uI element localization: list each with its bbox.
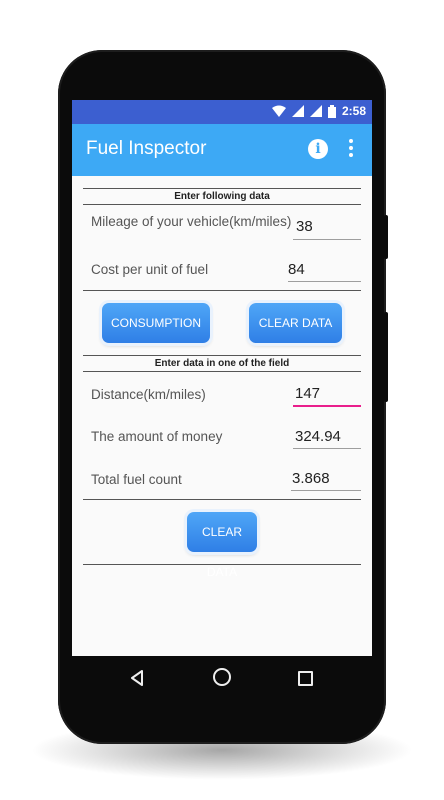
divider — [83, 204, 361, 205]
divider — [83, 564, 361, 565]
app-bar: Fuel Inspector i — [72, 124, 372, 176]
back-icon[interactable] — [130, 670, 144, 686]
fuel-input[interactable]: 3.868 — [292, 470, 330, 487]
info-icon[interactable]: i — [308, 139, 328, 159]
distance-underline — [293, 405, 361, 407]
app-title: Fuel Inspector — [86, 138, 207, 159]
fuel-underline — [291, 490, 361, 491]
distance-label: Distance(km/miles) — [91, 387, 206, 402]
cost-underline — [288, 281, 361, 282]
power-button — [384, 312, 388, 402]
status-bar: 2:58 — [72, 100, 372, 124]
money-label: The amount of money — [91, 429, 223, 444]
consumption-button[interactable]: CONSUMPTION — [102, 303, 210, 343]
more-vert-icon[interactable] — [348, 139, 354, 159]
section-title-following: Enter following data — [174, 191, 270, 202]
signal-icon-2 — [309, 105, 322, 117]
divider — [83, 188, 361, 189]
cost-label: Cost per unit of fuel — [91, 262, 209, 277]
fuel-label: Total fuel count — [91, 472, 182, 487]
divider — [83, 371, 361, 372]
section-title-one-field: Enter data in one of the field — [154, 358, 290, 369]
divider — [83, 290, 361, 291]
clear-data-button-bottom[interactable]: CLEAR DATA — [187, 512, 257, 579]
app-screen: 2:58 Fuel Inspector i Enter following da… — [72, 100, 372, 656]
mileage-label: Mileage of your vehicle(km/miles) — [91, 214, 292, 229]
wifi-icon — [271, 105, 286, 117]
divider — [83, 499, 361, 500]
money-input[interactable]: 324.94 — [295, 428, 341, 445]
distance-input[interactable]: 147 — [295, 385, 320, 402]
mileage-input[interactable]: 38 — [296, 218, 313, 235]
divider — [83, 355, 361, 356]
volume-button — [384, 215, 388, 259]
mileage-underline — [293, 239, 361, 240]
recent-apps-icon[interactable] — [298, 671, 313, 686]
signal-icon — [291, 105, 304, 117]
money-underline — [293, 448, 361, 449]
home-icon[interactable] — [213, 668, 231, 686]
status-icons: 2:58 — [271, 104, 366, 118]
cost-input[interactable]: 84 — [288, 261, 305, 278]
navigation-bar — [72, 656, 372, 700]
status-time: 2:58 — [341, 104, 366, 118]
clear-data-button-top[interactable]: CLEAR DATA — [249, 303, 342, 343]
battery-icon — [327, 104, 336, 118]
